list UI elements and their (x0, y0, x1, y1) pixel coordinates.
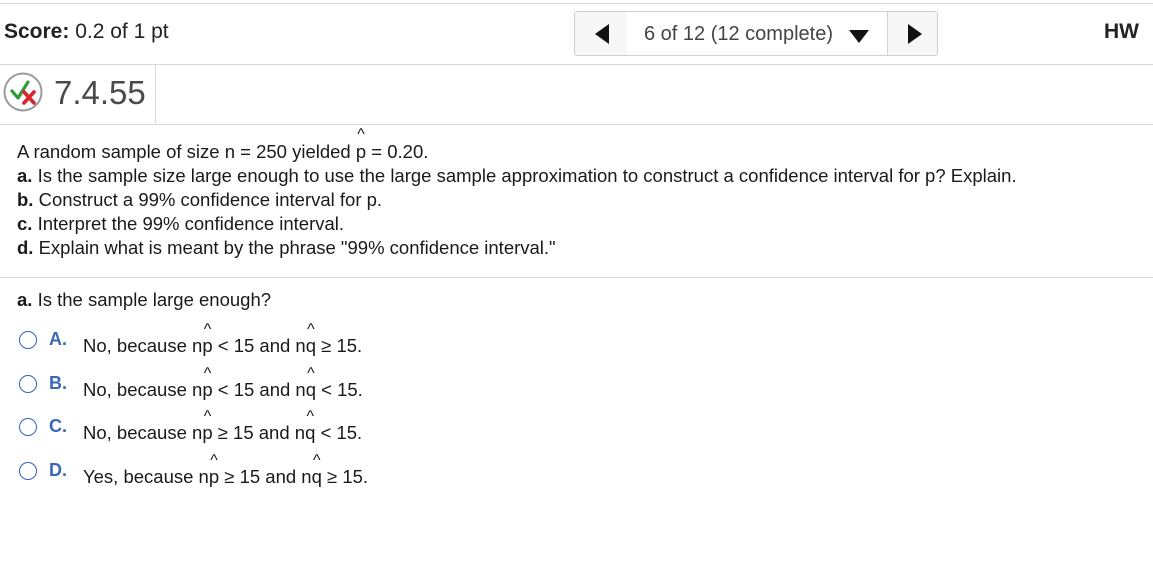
question-navigator: 6 of 12 (12 complete) (574, 11, 938, 56)
answer-option-b[interactable]: B. No, because np < 15 and nq < 15. (19, 373, 439, 403)
option-text: No, because np ≥ 15 and nq < 15. (83, 422, 362, 444)
homework-title: HW (1104, 20, 1139, 43)
answer-option-d[interactable]: D. Yes, because np ≥ 15 and nq ≥ 15. (19, 460, 439, 490)
next-question-button[interactable] (887, 12, 938, 55)
score-label: Score: (4, 20, 70, 43)
radio-button[interactable] (19, 418, 37, 436)
triangle-right-icon (908, 24, 922, 44)
question-number: 7.4.55 (54, 74, 146, 111)
partial-credit-icon (3, 72, 43, 112)
answer-option-a[interactable]: A. No, because np < 15 and nq ≥ 15. (19, 329, 439, 359)
option-text: No, because np < 15 and nq ≥ 15. (83, 335, 362, 357)
p-hat: p (356, 140, 366, 164)
option-letter: B. (49, 373, 67, 393)
score-value: 0.2 of 1 pt (75, 20, 169, 43)
question-selector-dropdown[interactable]: 6 of 12 (12 complete) (627, 12, 887, 55)
radio-button[interactable] (19, 375, 37, 393)
score-display: Score: 0.2 of 1 pt (4, 20, 169, 44)
problem-statement: A random sample of size n = 250 yielded … (17, 140, 1017, 260)
question-number-box: 7.4.55 (0, 65, 156, 123)
option-letter: A. (49, 329, 67, 349)
question-divider (0, 124, 1153, 125)
option-letter: D. (49, 460, 67, 480)
option-letter: C. (49, 416, 67, 436)
top-divider (0, 3, 1153, 4)
option-text: No, because np < 15 and nq < 15. (83, 379, 363, 401)
answer-option-c[interactable]: C. No, because np ≥ 15 and nq < 15. (19, 416, 439, 446)
part-a-question: a. Is the sample large enough? (17, 289, 272, 310)
problem-part-c: c. Interpret the 99% confidence interval… (17, 213, 345, 234)
problem-part-d: d. Explain what is meant by the phrase "… (17, 237, 556, 258)
problem-part-a: a. Is the sample size large enough to us… (17, 165, 1017, 186)
problem-part-b: b. Construct a 99% confidence interval f… (17, 189, 383, 210)
radio-button[interactable] (19, 462, 37, 480)
problem-intro: A random sample of size n = 250 yielded … (17, 140, 1017, 164)
radio-button[interactable] (19, 331, 37, 349)
question-progress-label: 6 of 12 (12 complete) (644, 23, 833, 45)
answer-divider (0, 277, 1153, 278)
previous-question-button[interactable] (575, 12, 628, 55)
header-divider (0, 64, 1153, 65)
caret-down-icon (849, 30, 869, 43)
triangle-left-icon (595, 24, 609, 44)
option-text: Yes, because np ≥ 15 and nq ≥ 15. (83, 466, 368, 488)
